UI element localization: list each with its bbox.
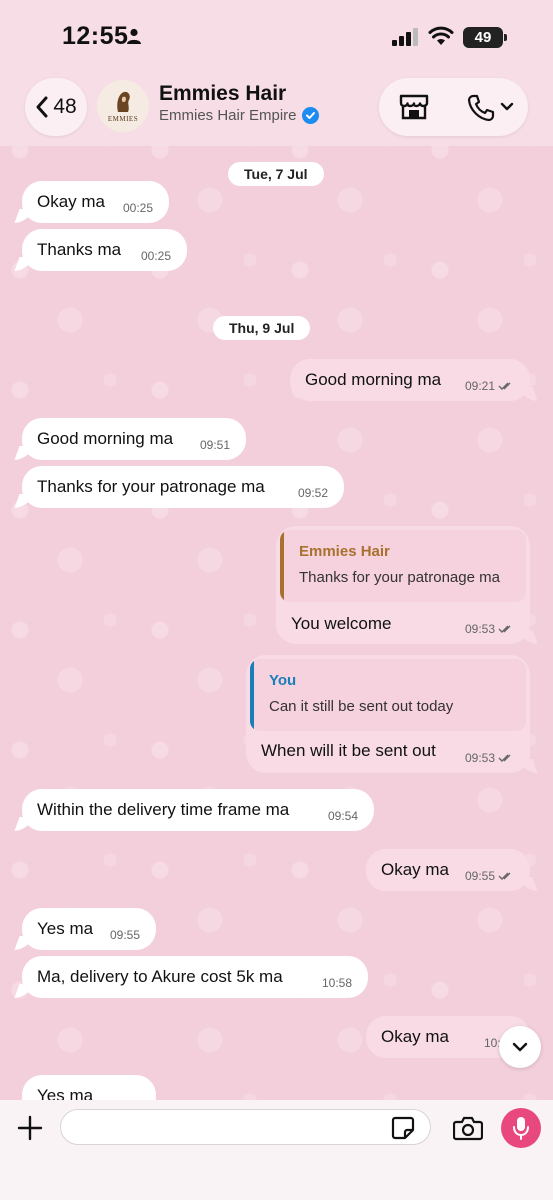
message-text: When will it be sent out [261, 741, 436, 760]
chevron-left-icon [36, 96, 48, 118]
wifi-icon [428, 26, 454, 45]
message-time: 09:54 [327, 809, 358, 823]
microphone-icon [513, 1117, 529, 1140]
time-value: 09:53 [464, 751, 495, 765]
quote-text: Thanks for your patronage ma [299, 569, 500, 586]
read-ticks-icon [498, 754, 511, 762]
time-value: 09:21 [464, 379, 495, 393]
unread-count: 48 [53, 95, 77, 118]
chat-header: 48 EMMIES Emmies Hair Emmies Hair Empire [0, 70, 553, 146]
quote-author: You [269, 672, 297, 689]
message-input[interactable] [60, 1109, 431, 1145]
message-incoming[interactable]: Ma, delivery to Akure cost 5k ma 10:58 [22, 956, 368, 998]
message-time: 10:58 [321, 976, 352, 990]
quoted-message[interactable]: You Can it still be sent out today [250, 659, 526, 731]
plus-icon[interactable] [17, 1115, 43, 1141]
message-text: Ma, delivery to Akure cost 5k ma [37, 967, 283, 986]
header-actions [379, 78, 528, 136]
message-text: You welcome [291, 614, 392, 633]
message-time: 09:55 [465, 869, 514, 883]
quote-author: Emmies Hair [299, 543, 390, 560]
message-text: Good morning ma [305, 370, 442, 389]
message-incoming[interactable]: Within the delivery time frame ma 09:54 [22, 789, 374, 831]
quote-bar [250, 659, 254, 731]
read-ticks-icon [498, 382, 511, 390]
logo-icon [117, 91, 130, 112]
message-outgoing[interactable]: Okay ma 09:55 [366, 849, 530, 891]
time-value: 09:55 [464, 869, 495, 883]
camera-icon[interactable] [453, 1115, 483, 1141]
contact-name[interactable]: Emmies Hair [159, 82, 286, 106]
message-time: 00:25 [122, 201, 153, 215]
status-bar: 12:55 49 [0, 0, 553, 70]
message-time: 09:51 [199, 438, 230, 452]
phone-icon[interactable] [467, 94, 495, 122]
message-text: Good morning ma [37, 429, 174, 448]
chevron-down-icon [512, 1042, 528, 1052]
message-text: Okay ma [381, 860, 450, 879]
verified-badge-icon [301, 107, 319, 124]
signal-icon [392, 28, 418, 46]
message-text: Thanks for your patronage ma [37, 477, 265, 496]
read-ticks-icon [498, 625, 511, 633]
message-incoming[interactable]: Thanks for your patronage ma 09:52 [22, 466, 344, 508]
message-incoming[interactable]: Thanks ma 00:25 [22, 229, 187, 271]
message-text: Okay ma [381, 1027, 450, 1046]
quote-bar [280, 530, 284, 602]
message-time: 09:21 [465, 379, 514, 393]
message-incoming[interactable]: Good morning ma 09:51 [22, 418, 246, 460]
message-text: Thanks ma [37, 240, 122, 259]
date-separator: Thu, 9 Jul [213, 316, 311, 340]
avatar[interactable]: EMMIES [97, 80, 149, 132]
message-text: Yes ma [37, 919, 94, 938]
battery-indicator: 49 [463, 27, 507, 48]
sticker-icon[interactable] [391, 1116, 415, 1140]
message-text: Okay ma [37, 192, 106, 211]
message-outgoing[interactable]: Good morning ma 09:21 [290, 359, 530, 401]
time-value: 09:53 [464, 622, 495, 636]
back-button[interactable]: 48 [25, 78, 87, 136]
message-time: 00:25 [140, 249, 171, 263]
message-composer [0, 1100, 553, 1200]
storefront-icon[interactable] [399, 94, 429, 120]
message-outgoing-reply[interactable]: You Can it still be sent out today When … [246, 655, 530, 773]
avatar-text: EMMIES [107, 114, 139, 123]
quoted-message[interactable]: Emmies Hair Thanks for your patronage ma [280, 530, 526, 602]
person-icon [127, 28, 141, 44]
business-name: Emmies Hair Empire [159, 107, 297, 124]
message-incoming[interactable]: Yes ma 09:55 [22, 908, 156, 950]
scroll-to-bottom-button[interactable] [499, 1026, 541, 1068]
message-incoming[interactable]: Okay ma 00:25 [22, 181, 169, 223]
message-outgoing-reply[interactable]: Emmies Hair Thanks for your patronage ma… [276, 526, 530, 644]
chevron-down-icon[interactable] [500, 102, 514, 112]
contact-subtitle[interactable]: Emmies Hair Empire [159, 107, 319, 124]
message-time: 09:53 [465, 622, 514, 636]
quote-text: Can it still be sent out today [269, 698, 454, 715]
read-ticks-icon [498, 872, 511, 880]
status-time: 12:55 [62, 22, 129, 50]
message-time: 09:53 [465, 751, 514, 765]
message-time: 09:55 [109, 928, 140, 942]
message-time: 09:52 [297, 486, 328, 500]
voice-record-button[interactable] [501, 1108, 541, 1148]
message-text: Within the delivery time frame ma [37, 800, 290, 819]
date-separator: Tue, 7 Jul [228, 162, 324, 186]
